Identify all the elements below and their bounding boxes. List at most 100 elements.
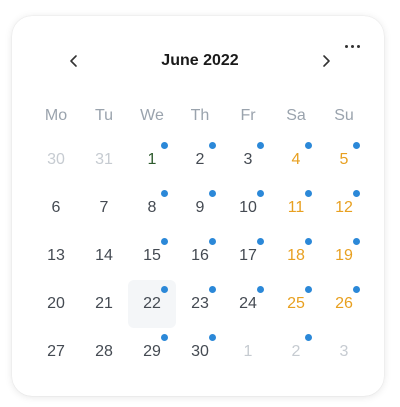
day-cell[interactable]: 8 [128, 184, 176, 232]
day-cell[interactable]: 24 [224, 280, 272, 328]
day-cell[interactable]: 7 [80, 184, 128, 232]
day-cell[interactable]: 27 [32, 328, 80, 376]
day-cell[interactable]: 18 [272, 232, 320, 280]
event-indicator-dot [161, 286, 168, 293]
day-cell[interactable]: 28 [80, 328, 128, 376]
day-cell[interactable]: 25 [272, 280, 320, 328]
day-cell[interactable]: 3 [224, 136, 272, 184]
day-number: 2 [291, 343, 301, 360]
weekday-label: Sa [286, 107, 306, 124]
event-indicator-dot [209, 286, 216, 293]
day-cell[interactable]: 2 [272, 328, 320, 376]
day-cell[interactable]: 16 [176, 232, 224, 280]
day-cell[interactable]: 2 [176, 136, 224, 184]
weekday-label: We [140, 107, 164, 124]
event-indicator-dot [209, 334, 216, 341]
event-indicator-dot [257, 286, 264, 293]
day-grid: 30 31 1 2 3 4 5 6 7 8 9 10 11 12 13 14 15 16 17 18 19 20 21 22 2… [32, 136, 368, 376]
day-number: 10 [239, 199, 257, 216]
day-number: 26 [335, 295, 353, 312]
day-cell[interactable]: 19 [320, 232, 368, 280]
day-cell[interactable]: 12 [320, 184, 368, 232]
weekday-label: Mo [44, 107, 68, 124]
previous-month-button[interactable] [52, 46, 96, 76]
day-number: 5 [339, 151, 349, 168]
day-cell[interactable]: 15 [128, 232, 176, 280]
day-number: 18 [287, 247, 305, 264]
day-number: 16 [191, 247, 209, 264]
event-indicator-dot [353, 238, 360, 245]
day-cell[interactable]: 10 [224, 184, 272, 232]
day-cell[interactable]: 30 [176, 328, 224, 376]
day-number: 28 [95, 343, 113, 360]
event-indicator-dot [257, 238, 264, 245]
event-indicator-dot [305, 238, 312, 245]
event-indicator-dot [257, 190, 264, 197]
day-number: 14 [95, 247, 113, 264]
weekday-label: Su [334, 107, 354, 124]
day-cell[interactable]: 4 [272, 136, 320, 184]
day-cell[interactable]: 21 [80, 280, 128, 328]
weekday-label: Th [190, 107, 210, 124]
day-number: 31 [95, 151, 113, 168]
day-cell[interactable]: 13 [32, 232, 80, 280]
calendar-header: June 2022 [52, 46, 348, 76]
next-month-button[interactable] [304, 46, 348, 76]
day-cell-selected[interactable]: 22 [128, 280, 176, 328]
day-number: 3 [243, 151, 253, 168]
event-indicator-dot [209, 142, 216, 149]
day-cell[interactable]: 3 [320, 328, 368, 376]
day-number: 15 [143, 247, 161, 264]
day-number: 25 [287, 295, 305, 312]
day-number: 11 [287, 199, 305, 216]
event-indicator-dot [257, 142, 264, 149]
chevron-right-icon [323, 55, 330, 67]
event-indicator-dot [161, 142, 168, 149]
day-number: 8 [147, 199, 157, 216]
event-indicator-dot [353, 142, 360, 149]
weekday-header-row: Mo Tu We Th Fr Sa Su [32, 104, 368, 128]
day-cell[interactable]: 6 [32, 184, 80, 232]
day-cell[interactable]: 30 [32, 136, 80, 184]
day-cell[interactable]: 1 [224, 328, 272, 376]
chevron-left-icon [70, 55, 77, 67]
day-cell[interactable]: 23 [176, 280, 224, 328]
weekday-label: Fr [240, 107, 256, 124]
day-cell[interactable]: 5 [320, 136, 368, 184]
day-number: 22 [143, 295, 161, 312]
day-number: 1 [243, 343, 253, 360]
day-cell[interactable]: 14 [80, 232, 128, 280]
event-indicator-dot [209, 238, 216, 245]
day-number: 6 [51, 199, 61, 216]
day-number: 20 [47, 295, 65, 312]
day-number: 21 [95, 295, 113, 312]
ellipsis-dot [350, 44, 354, 48]
day-cell[interactable]: 29 [128, 328, 176, 376]
day-number: 4 [291, 151, 301, 168]
ellipsis-dot [356, 44, 360, 48]
event-indicator-dot [161, 238, 168, 245]
day-number: 27 [47, 343, 65, 360]
day-number: 29 [143, 343, 161, 360]
event-indicator-dot [305, 286, 312, 293]
event-indicator-dot [305, 190, 312, 197]
day-number: 13 [47, 247, 65, 264]
day-number: 1 [147, 151, 157, 168]
day-cell[interactable]: 31 [80, 136, 128, 184]
day-cell[interactable]: 20 [32, 280, 80, 328]
day-number: 9 [195, 199, 205, 216]
day-cell[interactable]: 1 [128, 136, 176, 184]
day-number: 2 [195, 151, 205, 168]
day-number: 30 [47, 151, 65, 168]
event-indicator-dot [353, 190, 360, 197]
day-cell[interactable]: 11 [272, 184, 320, 232]
day-cell[interactable]: 17 [224, 232, 272, 280]
day-number: 24 [239, 295, 257, 312]
event-indicator-dot [305, 142, 312, 149]
day-number: 7 [99, 199, 109, 216]
day-number: 17 [239, 247, 257, 264]
day-cell[interactable]: 26 [320, 280, 368, 328]
day-number: 23 [191, 295, 209, 312]
event-indicator-dot [353, 286, 360, 293]
day-cell[interactable]: 9 [176, 184, 224, 232]
